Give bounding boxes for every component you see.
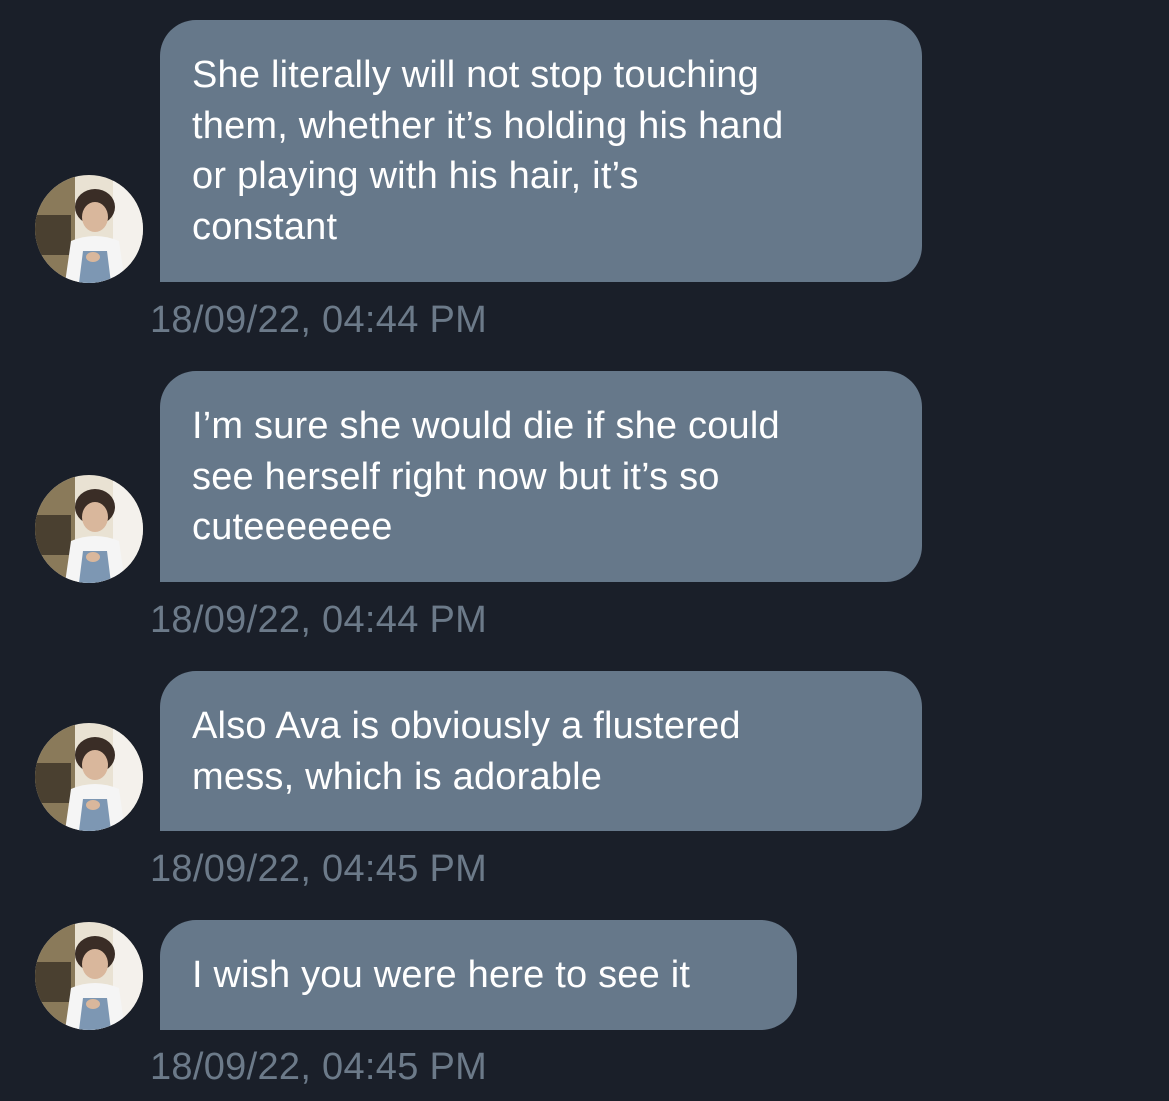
message-timestamp: 18/09/22, 04:44 PM [150,299,488,341]
message-bubble[interactable]: I’m sure she would die if she could see … [160,371,922,582]
message-bubble[interactable]: I wish you were here to see it [160,920,797,1030]
avatar-photo [35,723,143,831]
avatar-photo [35,922,143,1030]
message-bubble[interactable]: Also Ava is obviously a flustered mess, … [160,671,922,831]
message-timestamp: 18/09/22, 04:44 PM [150,599,488,641]
avatar[interactable] [35,175,143,283]
avatar[interactable] [35,723,143,831]
message-timestamp: 18/09/22, 04:45 PM [150,848,488,890]
message-timestamp: 18/09/22, 04:45 PM [150,1046,488,1088]
message-bubble[interactable]: She literally will not stop touching the… [160,20,922,282]
avatar-photo [35,175,143,283]
avatar[interactable] [35,475,143,583]
avatar[interactable] [35,922,143,1030]
avatar-photo [35,475,143,583]
message-thread: She literally will not stop touching the… [0,0,1169,1101]
